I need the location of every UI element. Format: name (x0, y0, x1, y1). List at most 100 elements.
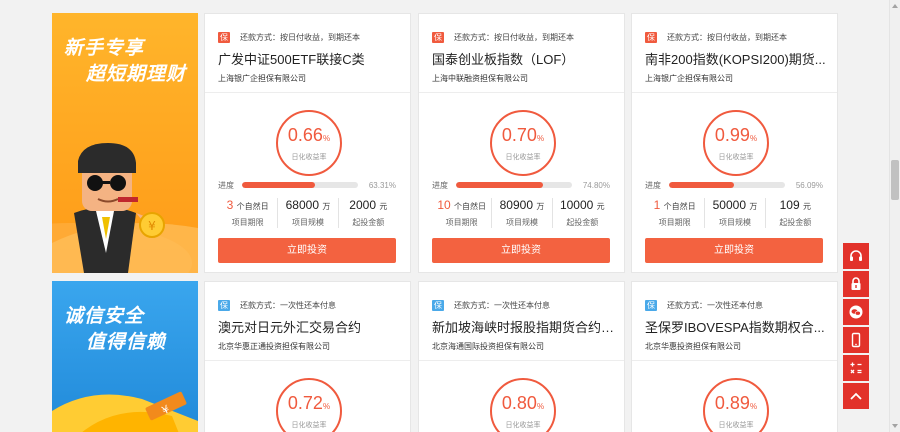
product-name[interactable]: 澳元对日元外汇交易合约 (218, 317, 402, 336)
product-name[interactable]: 南非200指数(KOPSI200)期货... (645, 49, 829, 68)
scale-unit: 万 (536, 202, 545, 211)
daily-rate: 0.70 (501, 125, 537, 145)
guarantee-badge: 保 (218, 31, 230, 43)
product-card[interactable]: 保 还款方式：按日付收益，到期还本 广发中证500ETF联接C类 上海银广企担保… (204, 13, 411, 273)
daily-rate: 0.66 (287, 125, 323, 145)
product-card[interactable]: 保 还款方式：一次性还本付息 圣保罗IBOVESPA指数期权合... 北京华惠投… (631, 281, 838, 432)
divider (205, 92, 410, 93)
invest-button[interactable]: 立即投资 (218, 238, 396, 263)
rate-label: 日化收益率 (291, 154, 327, 161)
product-card[interactable]: 保 还款方式：按日付收益，到期还本 南非200指数(KOPSI200)期货...… (631, 13, 838, 273)
chat-icon (849, 305, 863, 319)
product-name[interactable]: 广发中证500ETF联接C类 (218, 49, 402, 68)
mobile-app-button[interactable] (843, 327, 869, 353)
arrow-up-icon (850, 392, 862, 400)
daily-rate: 0.89 (714, 393, 750, 413)
page-scrollbar[interactable] (889, 0, 900, 432)
rate-circle: 0.72% 日化收益率 (276, 378, 342, 432)
divider (632, 92, 837, 93)
guarantor-company: 北京海通国际投资担保有限公司 (432, 342, 544, 351)
repayment-method: 还款方式：按日付收益，到期还本 (240, 32, 360, 42)
repayment-method: 还款方式：按日付收益，到期还本 (454, 32, 574, 42)
percent-sign: % (536, 402, 545, 411)
calculator-button[interactable] (843, 355, 869, 381)
min-label: 起投金额 (352, 218, 385, 227)
percent-sign: % (536, 134, 545, 143)
guarantor-company: 北京华惠正通投资担保有限公司 (218, 342, 330, 351)
customer-service-button[interactable] (843, 243, 869, 269)
invest-button[interactable]: 立即投资 (432, 238, 610, 263)
stat-scale: 80900 万 项目规模 (492, 198, 553, 228)
term-label: 项目期限 (231, 218, 264, 227)
scale-value: 80900 (499, 198, 533, 212)
product-card[interactable]: 保 还款方式：一次性还本付息 新加坡海峡时报股指期货合约(... 北京海通国际投… (418, 281, 625, 432)
divider (419, 360, 624, 361)
guarantee-badge: 保 (645, 299, 657, 311)
min-value: 10000 (559, 198, 594, 212)
stat-scale: 50000 万 项目规模 (705, 198, 766, 228)
min-value: 109 (779, 198, 800, 212)
percent-sign: % (322, 402, 331, 411)
divider (632, 360, 837, 361)
progress-bar (669, 182, 785, 188)
wechat-button[interactable] (843, 299, 869, 325)
product-section-trust: 诚信安全 值得信赖 ¥ 保 还款方式：一次性还本付息 澳元对日元外汇交易合约 北… (52, 281, 842, 432)
product-card[interactable]: 保 还款方式：一次性还本付息 澳元对日元外汇交易合约 北京华惠正通投资担保有限公… (204, 281, 411, 432)
percent-sign: % (749, 402, 758, 411)
back-to-top-button[interactable] (843, 383, 869, 409)
rate-label: 日化收益率 (291, 422, 327, 429)
lock-icon (851, 277, 861, 290)
progress-value: 56.09% (795, 180, 823, 190)
repayment-method: 还款方式：一次性还本付息 (240, 300, 336, 310)
min-value: 2000 (349, 198, 376, 212)
scroll-up-arrow-icon[interactable] (890, 0, 900, 12)
product-name[interactable]: 新加坡海峡时报股指期货合约(... (432, 317, 616, 336)
stats-row: 1 个自然日 项目期限 50000 万 项目规模 109 元 起投金额 (645, 198, 825, 228)
svg-text:¥: ¥ (148, 219, 156, 233)
product-name[interactable]: 圣保罗IBOVESPA指数期权合... (645, 317, 829, 336)
scrollbar-thumb[interactable] (891, 160, 899, 200)
card-header: 保 还款方式：一次性还本付息 (432, 299, 550, 311)
scale-value: 68000 (285, 198, 319, 212)
card-header: 保 还款方式：一次性还本付息 (645, 299, 763, 311)
term-value: 10 (437, 198, 451, 212)
guarantor-company: 上海银广企担保有限公司 (218, 74, 306, 83)
product-name[interactable]: 国泰创业板指数（LOF） (432, 49, 616, 68)
stats-row: 3 个自然日 项目期限 68000 万 项目规模 2000 元 起投金额 (218, 198, 398, 228)
min-label: 起投金额 (566, 218, 599, 227)
guarantor-company: 北京华惠投资担保有限公司 (645, 342, 741, 351)
scale-value: 50000 (712, 198, 746, 212)
daily-rate: 0.99 (714, 125, 750, 145)
progress-fill (242, 182, 316, 188)
guarantee-badge: 保 (432, 299, 444, 311)
banner-newbie[interactable]: 新手专享 超短期理财 ¥ (52, 13, 198, 273)
mobile-icon (851, 332, 861, 348)
headset-icon (850, 250, 862, 261)
coin-illustration: ¥ (52, 391, 198, 432)
term-label: 项目期限 (658, 218, 691, 227)
progress-row: 进度 63.31% (218, 179, 396, 191)
calculator-icon (850, 362, 862, 374)
guarantor-company: 上海中联融资担保有限公司 (432, 74, 528, 83)
term-unit: 个自然日 (663, 202, 696, 211)
term-label: 项目期限 (445, 218, 478, 227)
stat-scale: 68000 万 项目规模 (278, 198, 339, 228)
percent-sign: % (749, 134, 758, 143)
banner-trust[interactable]: 诚信安全 值得信赖 ¥ (52, 281, 198, 432)
stat-min: 2000 元 起投金额 (339, 198, 398, 228)
min-unit: 元 (379, 202, 388, 211)
product-card[interactable]: 保 还款方式：按日付收益，到期还本 国泰创业板指数（LOF） 上海中联融资担保有… (418, 13, 625, 273)
term-value: 3 (226, 198, 234, 212)
daily-rate: 0.72 (287, 393, 323, 413)
rate-label: 日化收益率 (718, 154, 754, 161)
stat-min: 109 元 起投金额 (766, 198, 825, 228)
security-button[interactable] (843, 271, 869, 297)
invest-button[interactable]: 立即投资 (645, 238, 823, 263)
rate-label: 日化收益率 (718, 422, 754, 429)
daily-rate: 0.80 (501, 393, 537, 413)
scroll-down-arrow-icon[interactable] (890, 420, 900, 432)
repayment-method: 还款方式：一次性还本付息 (454, 300, 550, 310)
progress-label: 进度 (432, 180, 448, 190)
guarantee-badge: 保 (432, 31, 444, 43)
divider (205, 360, 410, 361)
